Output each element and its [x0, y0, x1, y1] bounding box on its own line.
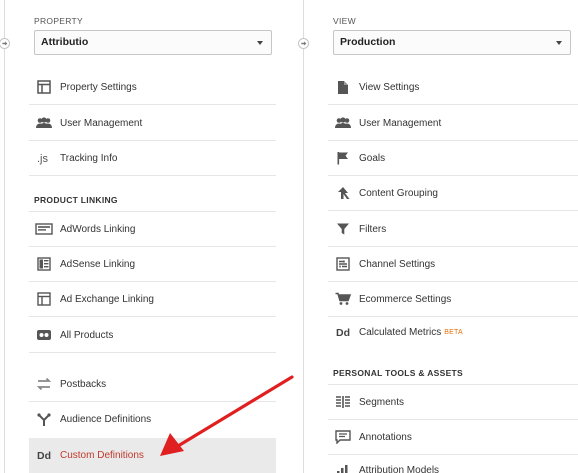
menu-item-label: Audience Definitions: [60, 414, 152, 425]
menu-item-channel-settings[interactable]: Channel Settings: [328, 247, 578, 282]
property-view-divider: [303, 0, 304, 473]
menu-item-user-management[interactable]: User Management: [29, 106, 276, 141]
menu-item-ad-exchange-linking[interactable]: Ad Exchange Linking: [29, 282, 276, 317]
menu-item-label: Channel Settings: [359, 258, 436, 270]
menu-item-label: Goals: [359, 152, 386, 164]
view-select[interactable]: Production: [333, 30, 571, 55]
view-header: VIEW: [333, 16, 356, 26]
menu-item-property-settings[interactable]: Property Settings: [29, 70, 276, 105]
menu-item-label: Custom Definitions: [60, 450, 144, 461]
dd-icon: Dd: [33, 446, 55, 466]
menu-item-label: AdSense Linking: [60, 258, 136, 270]
product-linking-header: PRODUCT LINKING: [34, 195, 118, 205]
beta-badge: BETA: [444, 329, 463, 336]
menu-item-ecommerce-settings[interactable]: Ecommerce Settings: [328, 282, 578, 317]
menu-item-postbacks[interactable]: Postbacks: [29, 367, 276, 402]
menu-item-label: Content Grouping: [359, 187, 438, 199]
view-select-value: Production: [340, 36, 396, 48]
menu-item-label: AdWords Linking: [60, 223, 136, 235]
ad-exchange-icon: [33, 289, 55, 309]
chevron-down-icon: [556, 41, 562, 45]
property-header: PROPERTY: [34, 16, 84, 26]
adwords-icon: [33, 219, 55, 239]
svg-text:.js: .js: [37, 153, 49, 165]
menu-item-label: Calculated Metrics: [359, 327, 442, 338]
menu-item-custom-definitions[interactable]: Dd Custom Definitions: [29, 438, 276, 473]
dd-icon: Dd: [332, 323, 354, 343]
personal-tools-header: PERSONAL TOOLS & ASSETS: [333, 368, 464, 378]
js-icon: .js: [33, 148, 55, 168]
property-select-value: Attributio: [41, 36, 89, 48]
audience-icon: [33, 410, 55, 430]
dd-icon-text: Dd: [336, 326, 350, 339]
menu-item-label: Ecommerce Settings: [359, 293, 452, 305]
segments-icon: [332, 392, 354, 412]
adsense-icon: [33, 254, 55, 274]
menu-item-label: User Management: [60, 117, 143, 129]
admin-panel: PROPERTY Attributio Property Settings Us…: [0, 0, 578, 473]
menu-item-label: Ad Exchange Linking: [60, 293, 154, 305]
menu-item-label: Annotations: [359, 431, 412, 443]
menu-item-user-management[interactable]: User Management: [328, 106, 578, 141]
document-icon: [332, 77, 354, 97]
expand-arrow-icon[interactable]: [0, 38, 10, 49]
menu-item-view-settings[interactable]: View Settings: [328, 70, 578, 105]
flag-icon: [332, 148, 354, 168]
menu-item-audience-definitions[interactable]: Audience Definitions: [29, 402, 276, 437]
menu-item-all-products[interactable]: All Products: [29, 318, 276, 353]
menu-item-label: Property Settings: [60, 81, 137, 93]
menu-item-label: Attribution Models: [359, 464, 440, 473]
menu-item-calculated-metrics[interactable]: Dd Calculated Metrics BETA: [328, 315, 578, 350]
property-settings-icon: [33, 77, 55, 97]
dd-icon-text: Dd: [37, 449, 51, 462]
menu-item-attribution-models[interactable]: Attribution Models: [328, 455, 578, 473]
users-icon: [332, 113, 354, 133]
content-grouping-icon: [332, 183, 354, 203]
account-column-divider: [4, 0, 5, 473]
menu-item-adwords-linking[interactable]: AdWords Linking: [29, 212, 276, 247]
menu-item-label: Filters: [359, 223, 387, 235]
channel-settings-icon: [332, 254, 354, 274]
menu-item-label: User Management: [359, 117, 442, 129]
attribution-icon: [332, 460, 354, 473]
menu-item-label: Postbacks: [60, 378, 107, 390]
expand-arrow-icon[interactable]: [298, 38, 309, 49]
chevron-down-icon: [257, 41, 263, 45]
menu-item-annotations[interactable]: Annotations: [328, 420, 578, 455]
menu-item-label: View Settings: [359, 81, 420, 93]
users-icon: [33, 113, 55, 133]
menu-item-filters[interactable]: Filters: [328, 212, 578, 247]
postbacks-icon: [33, 374, 55, 394]
menu-item-goals[interactable]: Goals: [328, 141, 578, 176]
all-products-icon: [33, 325, 55, 345]
annotations-icon: [332, 427, 354, 447]
menu-item-segments[interactable]: Segments: [328, 385, 578, 420]
menu-item-label: Segments: [359, 396, 405, 408]
property-select[interactable]: Attributio: [34, 30, 272, 55]
menu-item-tracking-info[interactable]: .js Tracking Info: [29, 141, 276, 176]
cart-icon: [332, 289, 354, 309]
menu-item-label: Tracking Info: [60, 152, 118, 164]
menu-item-label: All Products: [60, 329, 114, 341]
filter-icon: [332, 219, 354, 239]
menu-item-adsense-linking[interactable]: AdSense Linking: [29, 247, 276, 282]
menu-item-content-grouping[interactable]: Content Grouping: [328, 176, 578, 211]
